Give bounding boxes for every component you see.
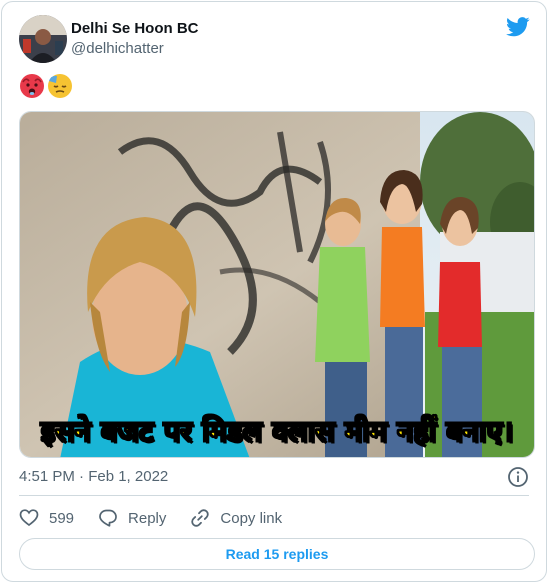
tweet-text <box>19 72 73 100</box>
copy-link-label: Copy link <box>220 509 283 527</box>
author-handle[interactable]: @delhichatter <box>71 39 164 59</box>
meme-caption: इसने बजट पर मिडल क्लास मीम नहीं बनाए। <box>40 413 514 449</box>
tweet-timestamp[interactable]: 4:51 PM · Feb 1, 2022 <box>19 467 168 487</box>
like-count: 599 <box>49 509 75 527</box>
avatar[interactable] <box>19 15 67 63</box>
info-icon[interactable] <box>507 466 529 488</box>
reply-button[interactable]: Reply <box>98 508 166 528</box>
link-icon <box>191 509 210 527</box>
action-bar: 599 Reply Copy link <box>19 506 306 530</box>
heart-icon <box>19 509 39 527</box>
divider <box>19 495 529 496</box>
reply-bubble-icon <box>99 509 117 527</box>
hot-face-emoji <box>20 74 44 98</box>
tweet-card: Delhi Se Hoon BC @delhichatter इसने बजट … <box>1 1 547 582</box>
downcast-face-with-sweat-emoji <box>48 74 72 98</box>
read-replies-button[interactable]: Read 15 replies <box>19 538 535 570</box>
like-button[interactable]: 599 <box>19 508 74 528</box>
reply-label: Reply <box>128 509 167 527</box>
author-name[interactable]: Delhi Se Hoon BC <box>71 19 199 39</box>
twitter-bird-icon[interactable] <box>506 17 530 37</box>
copy-link-button[interactable]: Copy link <box>190 508 282 528</box>
meme-photo <box>20 112 534 457</box>
tweet-image[interactable]: इसने बजट पर मिडल क्लास मीम नहीं बनाए। <box>19 111 535 458</box>
